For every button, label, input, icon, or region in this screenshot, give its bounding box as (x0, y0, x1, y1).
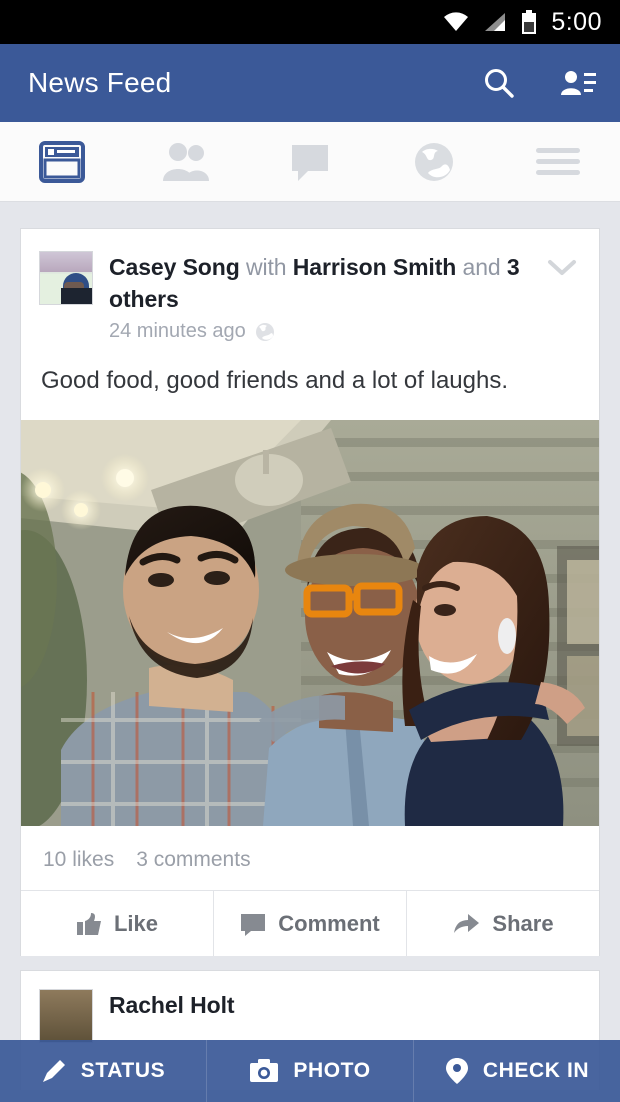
avatar[interactable] (39, 251, 93, 305)
cellular-signal-icon (485, 13, 506, 31)
search-button[interactable] (482, 66, 516, 100)
like-count[interactable]: 10 likes (43, 848, 114, 872)
post-photo[interactable] (21, 420, 599, 827)
status-bar-clock: 5:00 (551, 7, 602, 36)
post-message: Good food, good friends and a lot of lau… (41, 367, 509, 394)
status-button[interactable]: STATUS (0, 1040, 206, 1102)
pencil-icon (42, 1060, 65, 1082)
news-feed-icon (39, 140, 85, 183)
share-label: Share (492, 910, 554, 936)
thumbs-up-icon (76, 912, 101, 935)
facebook-app-screen: 5:00 News Feed Casey Song with Harrison … (0, 0, 620, 1102)
post-photo-image (21, 420, 599, 827)
location-pin-icon (445, 1058, 468, 1084)
post-author-name[interactable]: Casey Song (109, 254, 240, 280)
tab-messages[interactable] (248, 122, 372, 201)
status-bar: 5:00 (0, 0, 620, 44)
comment-label: Comment (278, 910, 380, 936)
next-post-header: Rachel Holt (21, 971, 599, 1044)
post-stats: 10 likes 3 comments (21, 826, 599, 890)
like-label: Like (113, 910, 159, 936)
comment-count[interactable]: 3 comments (136, 848, 250, 872)
chevron-down-icon (548, 260, 576, 275)
with-word: with (245, 254, 287, 280)
tab-friends[interactable] (124, 122, 248, 201)
next-post-author-name[interactable]: Rachel Holt (109, 992, 235, 1018)
post-options-button[interactable] (547, 257, 577, 282)
post-action-bar: Like Comment Share (21, 890, 599, 957)
tab-more[interactable] (496, 122, 620, 201)
comment-bubble-icon (241, 913, 266, 936)
share-arrow-icon (454, 913, 480, 933)
post-tagged-name[interactable]: Harrison Smith (293, 254, 457, 280)
post-timestamp: 24 minutes ago (109, 320, 246, 342)
like-button[interactable]: Like (21, 891, 213, 956)
composer-bar: STATUS PHOTO CHECK IN (0, 1040, 620, 1102)
page-title: News Feed (28, 67, 172, 98)
friends-icon (163, 142, 209, 181)
camera-icon (250, 1059, 279, 1082)
navigation-tab-bar (0, 122, 620, 202)
tab-news-feed[interactable] (0, 122, 124, 201)
check-in-label: CHECK IN (482, 1059, 590, 1082)
messages-icon (292, 144, 328, 181)
friend-requests-button[interactable] (560, 68, 596, 98)
comment-button[interactable]: Comment (213, 891, 406, 957)
tab-notifications[interactable] (372, 122, 496, 201)
app-header: News Feed (0, 44, 620, 122)
photo-label: PHOTO (293, 1059, 371, 1082)
search-icon (485, 69, 514, 98)
avatar[interactable] (39, 989, 93, 1044)
wifi-icon (444, 12, 469, 31)
photo-button[interactable]: PHOTO (206, 1040, 413, 1102)
post-header: Casey Song with Harrison Smith and 3 oth… (21, 229, 599, 343)
globe-icon (255, 322, 274, 341)
share-button[interactable]: Share (406, 891, 599, 957)
and-word: and (462, 254, 501, 280)
post-author-line: Casey Song with Harrison Smith and 3 oth… (109, 251, 581, 343)
status-label: STATUS (80, 1059, 166, 1082)
battery-icon (522, 10, 537, 34)
hamburger-menu-icon (536, 147, 580, 175)
news-feed-list[interactable]: Casey Song with Harrison Smith and 3 oth… (0, 202, 620, 1102)
friend-requests-icon (561, 71, 596, 95)
post-card: Casey Song with Harrison Smith and 3 oth… (20, 228, 600, 957)
globe-icon (415, 142, 453, 181)
check-in-button[interactable]: CHECK IN (413, 1040, 620, 1102)
